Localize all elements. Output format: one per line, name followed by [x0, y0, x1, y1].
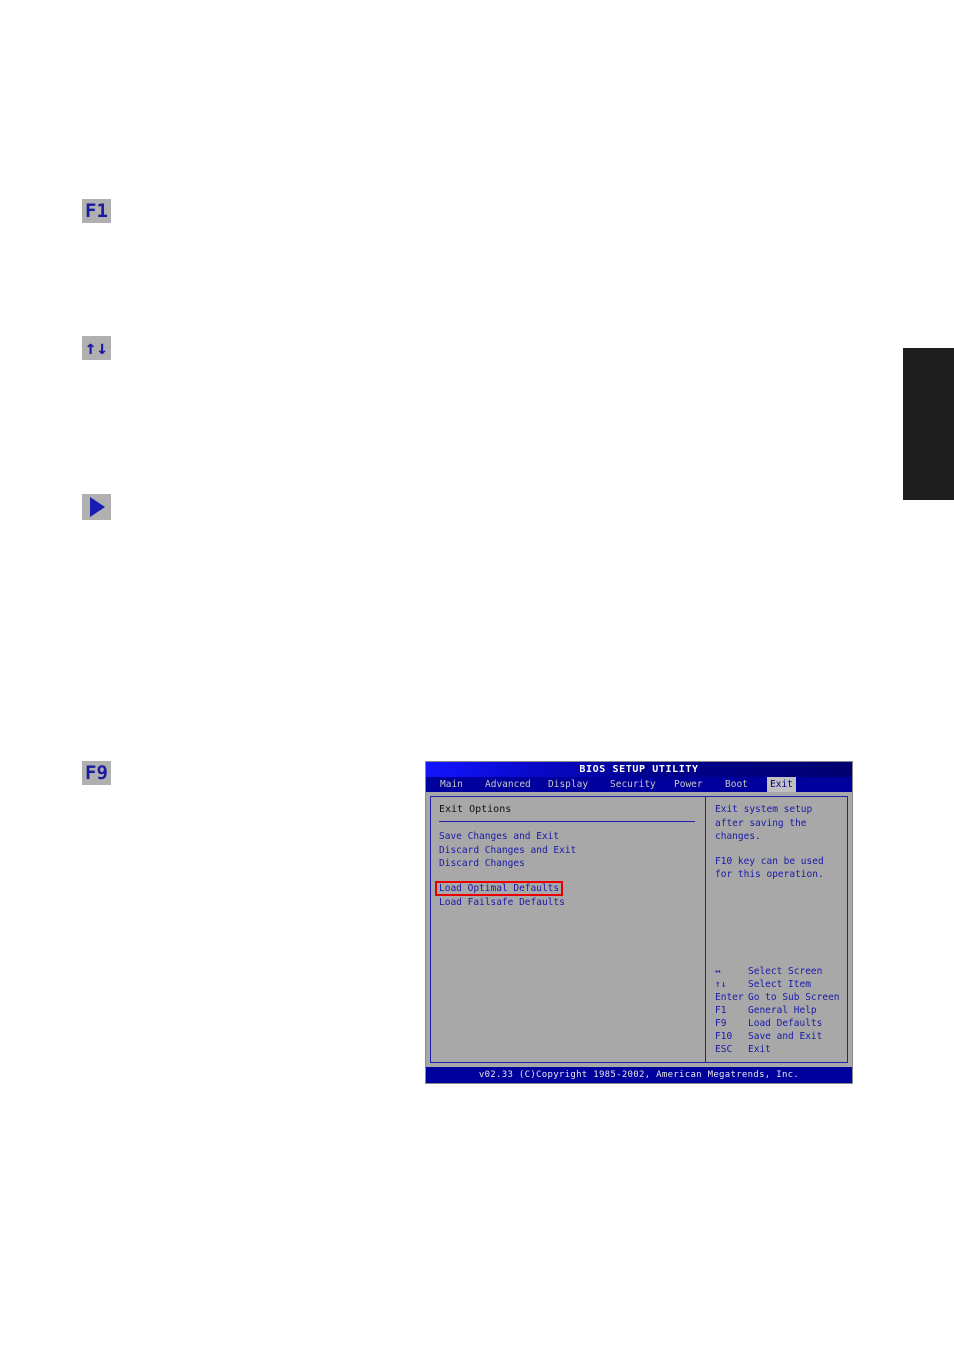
play-triangle-icon [89, 497, 105, 517]
bios-help-panel: Exit system setup after saving the chang… [706, 796, 848, 1063]
bios-title: BIOS SETUP UTILITY [579, 764, 699, 775]
key-badge-f1: F1 [82, 199, 111, 223]
menu-item-save-changes-and-exit[interactable]: Save Changes and Exit [439, 830, 697, 844]
help-text-line: for this operation. [715, 869, 824, 880]
bios-tab-advanced[interactable]: Advanced [482, 777, 534, 792]
legend-row-load-defaults: F9 Load Defaults [715, 1017, 845, 1030]
legend-row-go-to-sub-screen: Enter Go to Sub Screen [715, 991, 845, 1004]
legend-key: ESC [715, 1044, 733, 1055]
menu-item-label: Load Optimal Defaults [439, 882, 560, 894]
menu-item-label: Load Failsafe Defaults [439, 896, 565, 908]
menu-item-load-optimal-defaults[interactable]: Load Optimal Defaults [435, 880, 697, 896]
menu-item-discard-changes[interactable]: Discard Changes [439, 857, 697, 871]
legend-desc: Load Defaults [748, 1018, 823, 1029]
bios-tab-bar[interactable]: Main Advanced Display Security Power Boo… [426, 777, 852, 792]
exit-options-heading: Exit Options [439, 804, 512, 815]
menu-item-discard-changes-and-exit[interactable]: Discard Changes and Exit [439, 844, 697, 858]
legend-key: Enter [715, 992, 744, 1003]
section-divider [439, 821, 695, 822]
key-badge-f9-label: F9 [85, 762, 108, 784]
legend-key: F9 [715, 1018, 727, 1029]
legend-desc: Exit [748, 1044, 771, 1055]
help-spacer [715, 844, 840, 855]
legend-row-select-screen: ↔ Select Screen [715, 965, 845, 978]
legend-desc: Save and Exit [748, 1031, 823, 1042]
bios-title-bar: BIOS SETUP UTILITY [426, 762, 852, 777]
bios-setup-screenshot: BIOS SETUP UTILITY Main Advanced Display… [425, 761, 853, 1084]
legend-key: ↑↓ [715, 979, 727, 990]
bios-tab-power[interactable]: Power [671, 777, 706, 792]
bios-body: Exit Options Save Changes and Exit Disca… [430, 796, 848, 1063]
key-badge-updown: ↑↓ [82, 336, 111, 360]
help-text-line: changes. [715, 831, 761, 842]
legend-desc: Select Screen [748, 966, 823, 977]
help-text-line: F10 key can be used [715, 855, 824, 867]
bios-tab-exit[interactable]: Exit [767, 777, 796, 792]
legend-row-exit: ESC Exit [715, 1043, 845, 1056]
legend-key: F10 [715, 1031, 733, 1042]
key-badge-f9: F9 [82, 761, 111, 785]
legend-key: F1 [715, 1005, 727, 1016]
bios-footer-copyright: v02.33 (C)Copyright 1985-2002, American … [426, 1067, 852, 1083]
bios-tab-display[interactable]: Display [545, 777, 591, 792]
menu-item-label: Discard Changes and Exit [439, 844, 577, 856]
menu-item-label: Discard Changes [439, 858, 525, 869]
legend-row-general-help: F1 General Help [715, 1004, 845, 1017]
legend-desc: General Help [748, 1005, 817, 1016]
menu-item-load-failsafe-defaults[interactable]: Load Failsafe Defaults [439, 896, 697, 910]
updown-arrows-icon: ↑↓ [85, 337, 108, 359]
legend-row-select-item: ↑↓ Select Item [715, 978, 845, 991]
help-text-line: Exit system setup [715, 804, 813, 815]
menu-item-label: Save Changes and Exit [439, 831, 560, 842]
bios-options-panel: Exit Options Save Changes and Exit Disca… [430, 796, 706, 1063]
key-badge-f1-label: F1 [85, 200, 108, 222]
help-text-line: after saving the [715, 817, 807, 829]
bios-tab-security[interactable]: Security [607, 777, 659, 792]
page-edge-tab-marker [903, 348, 954, 500]
legend-key: ↔ [715, 966, 721, 977]
key-badge-triangle [82, 494, 111, 520]
legend-desc: Go to Sub Screen [748, 992, 840, 1003]
bios-key-legend: ↔ Select Screen ↑↓ Select Item Enter Go … [715, 965, 845, 1056]
legend-row-save-and-exit: F10 Save and Exit [715, 1030, 845, 1043]
bios-tab-boot[interactable]: Boot [722, 777, 751, 792]
bios-tab-main[interactable]: Main [437, 777, 466, 792]
legend-desc: Select Item [748, 979, 811, 990]
